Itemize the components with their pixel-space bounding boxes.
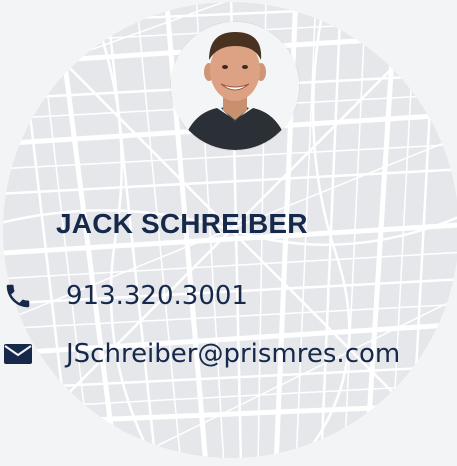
- phone-icon: [0, 278, 36, 314]
- email-address[interactable]: JSchreiber@prismres.com: [66, 339, 400, 369]
- contact-card: JACK SCHREIBER 913.320.3001 JSchreiber@p…: [0, 0, 457, 460]
- email-row[interactable]: JSchreiber@prismres.com: [0, 336, 400, 372]
- envelope-icon: [0, 336, 36, 372]
- phone-row[interactable]: 913.320.3001: [0, 278, 248, 314]
- person-portrait: [171, 22, 299, 150]
- contact-name: JACK SCHREIBER: [56, 208, 308, 239]
- avatar: [171, 22, 299, 150]
- phone-number[interactable]: 913.320.3001: [66, 281, 248, 311]
